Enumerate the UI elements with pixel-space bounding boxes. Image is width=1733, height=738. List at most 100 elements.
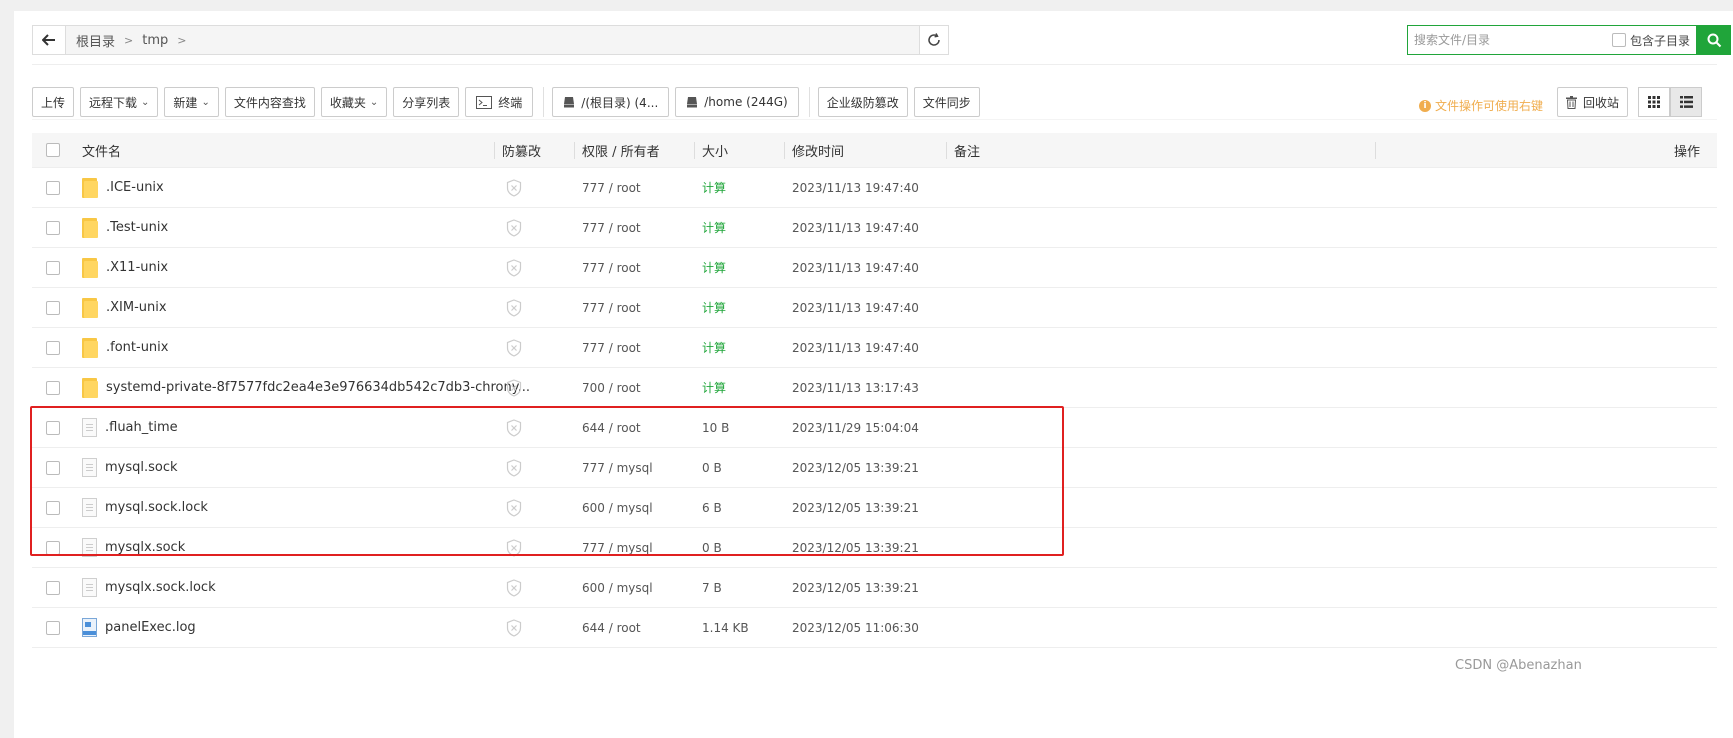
content-search-button[interactable]: 文件内容查找 [224,87,315,117]
permission-cell[interactable]: 777 / root [582,328,641,367]
search-input[interactable] [1414,33,1584,47]
file-name[interactable]: .XIM-unix [106,300,167,315]
table-row[interactable]: .X11-unix 777 / root 计算 2023/11/13 19:47:40 [32,248,1717,288]
row-checkbox[interactable] [46,340,60,355]
watermark: CSDN @Abenazhan [1455,658,1582,673]
permission-cell[interactable]: 777 / root [582,288,641,327]
chevron-down-icon: ⌄ [201,96,210,108]
row-checkbox[interactable] [46,580,60,595]
name-cell[interactable]: .XIM-unix [82,288,167,327]
file-name[interactable]: .font-unix [106,340,168,355]
divider [32,64,1717,65]
recycle-bin-button[interactable]: 回收站 [1557,87,1629,117]
row-checkbox[interactable] [46,180,60,195]
chevron-right-icon: > [124,33,134,47]
size-cell[interactable]: 计算 [702,168,726,207]
size-cell[interactable]: 计算 [702,368,726,407]
name-cell[interactable]: .ICE-unix [82,168,164,207]
size-cell[interactable]: 计算 [702,288,726,327]
disk-home-button[interactable]: /home (244G) [675,87,799,117]
tamper-status-cell[interactable] [506,248,522,287]
file-name[interactable]: panelExec.log [105,620,196,635]
folder-icon [82,217,98,238]
chevron-right-icon: > [177,33,187,47]
file-sync-button[interactable]: 文件同步 [913,87,980,117]
table-header: 文件名 防篡改 权限 / 所有者 大小 修改时间 备注 操作 [32,133,1717,168]
file-icon [82,578,97,597]
tamper-status-cell[interactable] [506,168,522,207]
file-name[interactable]: systemd-private-8f7577fdc2ea4e3e976634db… [106,380,530,395]
table-row[interactable]: mysqlx.sock.lock 600 / mysql 7 B 2023/12/05… [32,568,1717,608]
upload-button[interactable]: 上传 [32,87,75,117]
table-row[interactable]: systemd-private-8f7577fdc2ea4e3e976634db… [32,368,1717,408]
include-subdir-option[interactable]: 包含子目录 [1611,32,1690,49]
name-cell[interactable]: .X11-unix [82,248,168,287]
modified-time-cell: 2023/11/13 19:47:40 [792,220,919,235]
right-click-tip: i 文件操作可使用右键 [1419,97,1543,114]
row-checkbox[interactable] [46,220,60,235]
name-cell[interactable]: .Test-unix [82,208,168,247]
disk-root-button[interactable]: /(根目录) (4... [552,87,670,117]
toolbar-separator [808,87,810,117]
row-checkbox[interactable] [46,380,60,395]
row-checkbox[interactable] [46,620,60,635]
right-click-tip-text: 文件操作可使用右键 [1435,99,1544,113]
permission-cell[interactable]: 777 / root [582,248,641,287]
file-name[interactable]: .Test-unix [106,220,168,235]
back-button[interactable] [33,26,66,54]
header-name[interactable]: 文件名 [82,133,121,167]
row-checkbox[interactable] [46,300,60,315]
select-all-checkbox[interactable] [46,143,60,157]
row-checkbox[interactable] [46,260,60,275]
name-cell[interactable]: systemd-private-8f7577fdc2ea4e3e976634db… [82,368,530,407]
row-select-cell [46,328,60,367]
name-cell[interactable]: panelExec.log [82,608,196,647]
file-name[interactable]: mysqlx.sock.lock [105,580,216,595]
tamper-protect-label: 企业级防篡改 [826,95,899,110]
tamper-protect-button[interactable]: 企业级防篡改 [817,87,908,117]
disk-icon [563,96,575,108]
shield-icon [506,338,522,357]
favorites-button[interactable]: 收藏夹 ⌄ [320,87,388,117]
header-time[interactable]: 修改时间 [783,133,844,167]
shield-icon [506,178,522,197]
share-list-button[interactable]: 分享列表 [393,87,460,117]
file-name[interactable]: .ICE-unix [106,180,164,195]
tamper-status-cell[interactable] [506,568,522,607]
size-cell[interactable]: 计算 [702,208,726,247]
tamper-status-cell[interactable] [506,208,522,247]
size-cell[interactable]: 计算 [702,248,726,287]
permission-cell[interactable]: 700 / root [582,368,641,407]
include-subdir-checkbox[interactable] [1611,33,1626,47]
new-button[interactable]: 新建 ⌄ [164,87,219,117]
table-row[interactable]: .Test-unix 777 / root 计算 2023/11/13 19:47:4… [32,208,1717,248]
file-name[interactable]: .X11-unix [106,260,168,275]
permission-cell[interactable]: 644 / root [582,608,641,647]
permission-cell[interactable]: 777 / root [582,208,641,247]
search-button[interactable] [1697,25,1731,55]
table-row[interactable]: panelExec.log 644 / root 1.14 KB 2023/12/05… [32,608,1717,648]
table-row[interactable]: .font-unix 777 / root 计算 2023/11/13 19:47:4… [32,328,1717,368]
name-cell[interactable]: mysqlx.sock.lock [82,568,216,607]
table-row[interactable]: .XIM-unix 777 / root 计算 2023/11/13 19:47:40 [32,288,1717,328]
name-cell[interactable]: .font-unix [82,328,168,367]
list-view-button[interactable] [1670,87,1702,117]
remote-download-button[interactable]: 远程下载 ⌄ [80,87,159,117]
table-row[interactable]: .ICE-unix 777 / root 计算 2023/11/13 19:47:40 [32,168,1717,208]
search-icon [1707,33,1721,47]
disk-home-label: /home (244G) [704,95,788,109]
refresh-button[interactable] [919,26,948,54]
permission-cell[interactable]: 600 / mysql [582,568,653,607]
terminal-button[interactable]: 终端 [465,87,534,117]
tamper-status-cell[interactable] [506,608,522,647]
breadcrumb: 根目录 > tmp > [66,31,195,50]
size-cell[interactable]: 计算 [702,328,726,367]
tamper-status-cell[interactable] [506,368,522,407]
breadcrumb-root[interactable]: 根目录 [76,31,115,50]
tamper-status-cell[interactable] [506,288,522,327]
breadcrumb-tmp[interactable]: tmp [142,33,168,48]
permission-cell[interactable]: 777 / root [582,168,641,207]
header-size[interactable]: 大小 [693,133,728,167]
tamper-status-cell[interactable] [506,328,522,367]
grid-view-button[interactable] [1638,87,1670,117]
